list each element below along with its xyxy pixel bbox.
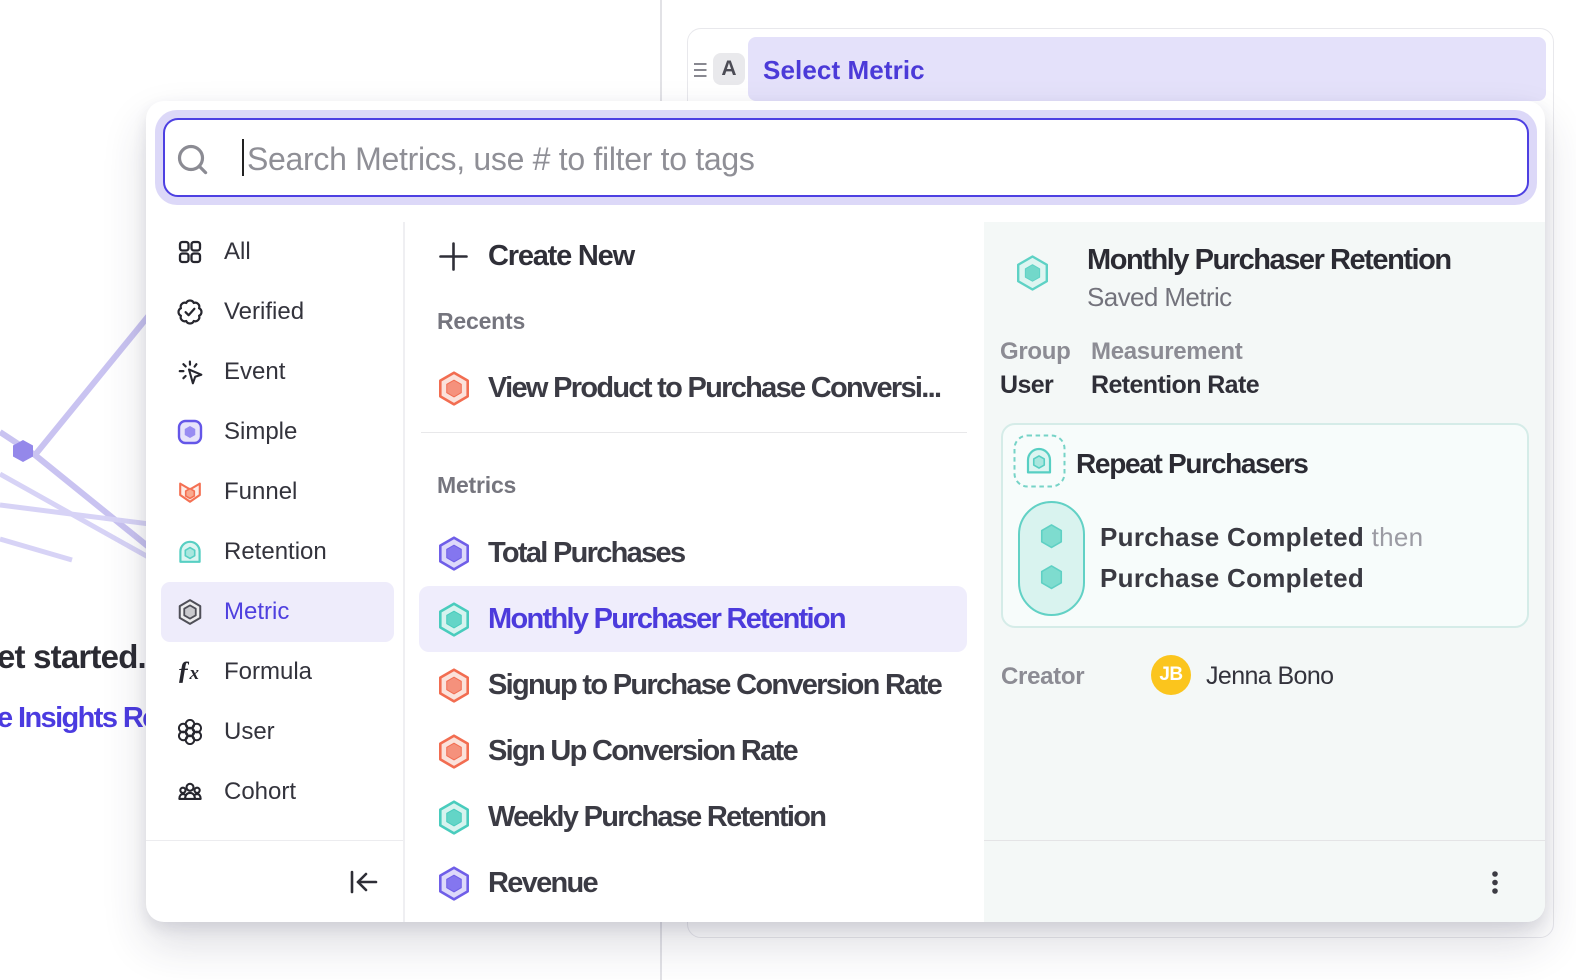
svg-text:ƒ: ƒ bbox=[177, 659, 190, 685]
svg-text:x: x bbox=[189, 663, 200, 684]
